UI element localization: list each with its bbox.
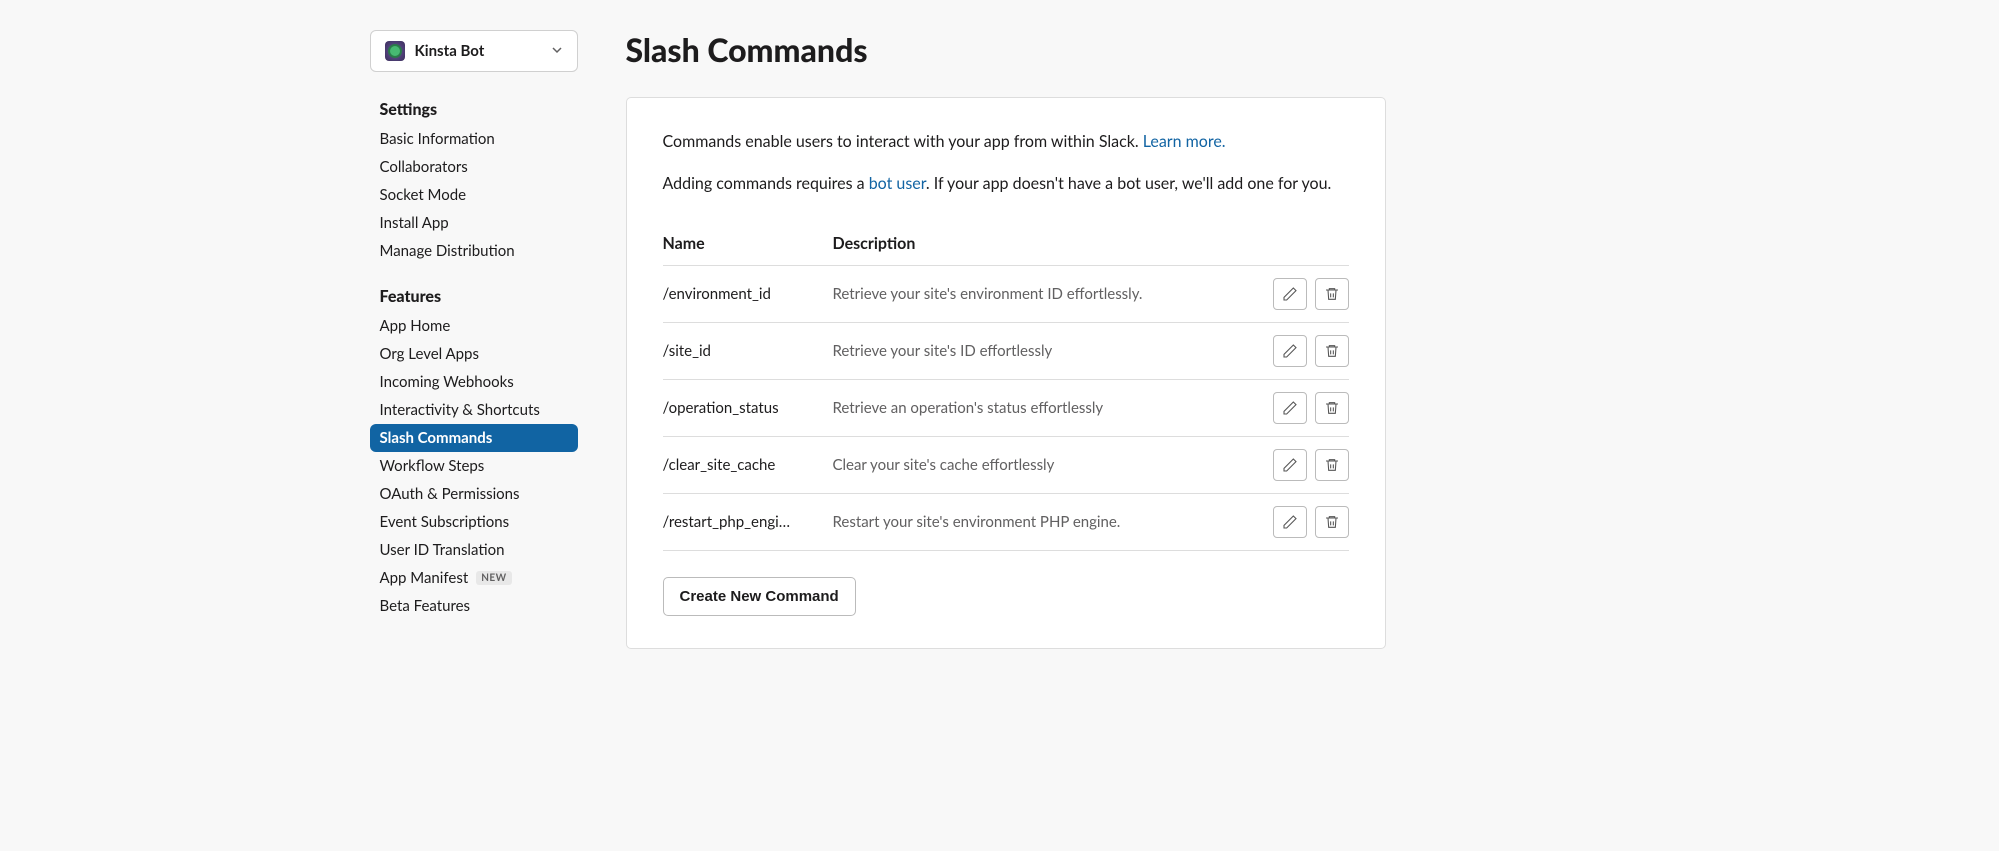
edit-button[interactable] <box>1273 278 1307 310</box>
chevron-down-icon <box>551 42 563 60</box>
bot-user-link[interactable]: bot user <box>869 174 926 193</box>
commands-card: Commands enable users to interact with y… <box>626 97 1386 649</box>
sidebar-item-socket-mode[interactable]: Socket Mode <box>370 181 578 209</box>
pencil-icon <box>1282 286 1298 302</box>
edit-button[interactable] <box>1273 335 1307 367</box>
app-name: Kinsta Bot <box>415 42 541 60</box>
edit-button[interactable] <box>1273 449 1307 481</box>
commands-table: Name Description /environment_id Retriev… <box>663 222 1349 551</box>
command-name: /restart_php_engi… <box>663 513 833 531</box>
sidebar-item-collaborators[interactable]: Collaborators <box>370 153 578 181</box>
edit-button[interactable] <box>1273 506 1307 538</box>
page-title: Slash Commands <box>626 30 1386 69</box>
command-name: /clear_site_cache <box>663 456 833 474</box>
create-new-command-button[interactable]: Create New Command <box>663 577 856 616</box>
command-description: Retrieve your site's environment ID effo… <box>833 285 1259 303</box>
command-name: /environment_id <box>663 285 833 303</box>
command-name: /operation_status <box>663 399 833 417</box>
app-selector[interactable]: Kinsta Bot <box>370 30 578 72</box>
sidebar-item-slash-commands[interactable]: Slash Commands <box>370 424 578 452</box>
column-header-name: Name <box>663 234 833 253</box>
intro-paragraph-2: Adding commands requires a bot user. If … <box>663 172 1349 196</box>
table-row: /operation_status Retrieve an operation'… <box>663 380 1349 437</box>
sidebar-item-basic-information[interactable]: Basic Information <box>370 125 578 153</box>
delete-button[interactable] <box>1315 449 1349 481</box>
sidebar-item-oauth-permissions[interactable]: OAuth & Permissions <box>370 480 578 508</box>
sidebar-item-org-level-apps[interactable]: Org Level Apps <box>370 340 578 368</box>
settings-heading: Settings <box>370 92 578 125</box>
pencil-icon <box>1282 514 1298 530</box>
command-description: Retrieve an operation's status effortles… <box>833 399 1259 417</box>
command-description: Clear your site's cache effortlessly <box>833 456 1259 474</box>
sidebar-item-user-id-translation[interactable]: User ID Translation <box>370 536 578 564</box>
sidebar-item-interactivity-shortcuts[interactable]: Interactivity & Shortcuts <box>370 396 578 424</box>
sidebar-item-install-app[interactable]: Install App <box>370 209 578 237</box>
table-row: /clear_site_cache Clear your site's cach… <box>663 437 1349 494</box>
command-name: /site_id <box>663 342 833 360</box>
delete-button[interactable] <box>1315 506 1349 538</box>
app-icon <box>385 41 405 61</box>
table-row: /environment_id Retrieve your site's env… <box>663 266 1349 323</box>
pencil-icon <box>1282 343 1298 359</box>
features-heading: Features <box>370 279 578 312</box>
new-badge: NEW <box>476 571 511 585</box>
pencil-icon <box>1282 400 1298 416</box>
edit-button[interactable] <box>1273 392 1307 424</box>
intro-paragraph-1: Commands enable users to interact with y… <box>663 130 1349 154</box>
command-description: Retrieve your site's ID effortlessly <box>833 342 1259 360</box>
table-row: /site_id Retrieve your site's ID effortl… <box>663 323 1349 380</box>
sidebar-item-workflow-steps[interactable]: Workflow Steps <box>370 452 578 480</box>
trash-icon <box>1324 457 1340 473</box>
learn-more-link[interactable]: Learn more. <box>1143 132 1226 151</box>
sidebar-item-app-manifest[interactable]: App Manifest NEW <box>370 564 578 592</box>
table-row: /restart_php_engi… Restart your site's e… <box>663 494 1349 551</box>
sidebar-item-beta-features[interactable]: Beta Features <box>370 592 578 620</box>
trash-icon <box>1324 343 1340 359</box>
sidebar-item-manage-distribution[interactable]: Manage Distribution <box>370 237 578 265</box>
trash-icon <box>1324 514 1340 530</box>
column-header-description: Description <box>833 234 1259 253</box>
trash-icon <box>1324 400 1340 416</box>
delete-button[interactable] <box>1315 392 1349 424</box>
table-header: Name Description <box>663 222 1349 266</box>
trash-icon <box>1324 286 1340 302</box>
pencil-icon <box>1282 457 1298 473</box>
sidebar-item-incoming-webhooks[interactable]: Incoming Webhooks <box>370 368 578 396</box>
sidebar-item-event-subscriptions[interactable]: Event Subscriptions <box>370 508 578 536</box>
sidebar-item-app-home[interactable]: App Home <box>370 312 578 340</box>
delete-button[interactable] <box>1315 278 1349 310</box>
command-description: Restart your site's environment PHP engi… <box>833 513 1259 531</box>
delete-button[interactable] <box>1315 335 1349 367</box>
